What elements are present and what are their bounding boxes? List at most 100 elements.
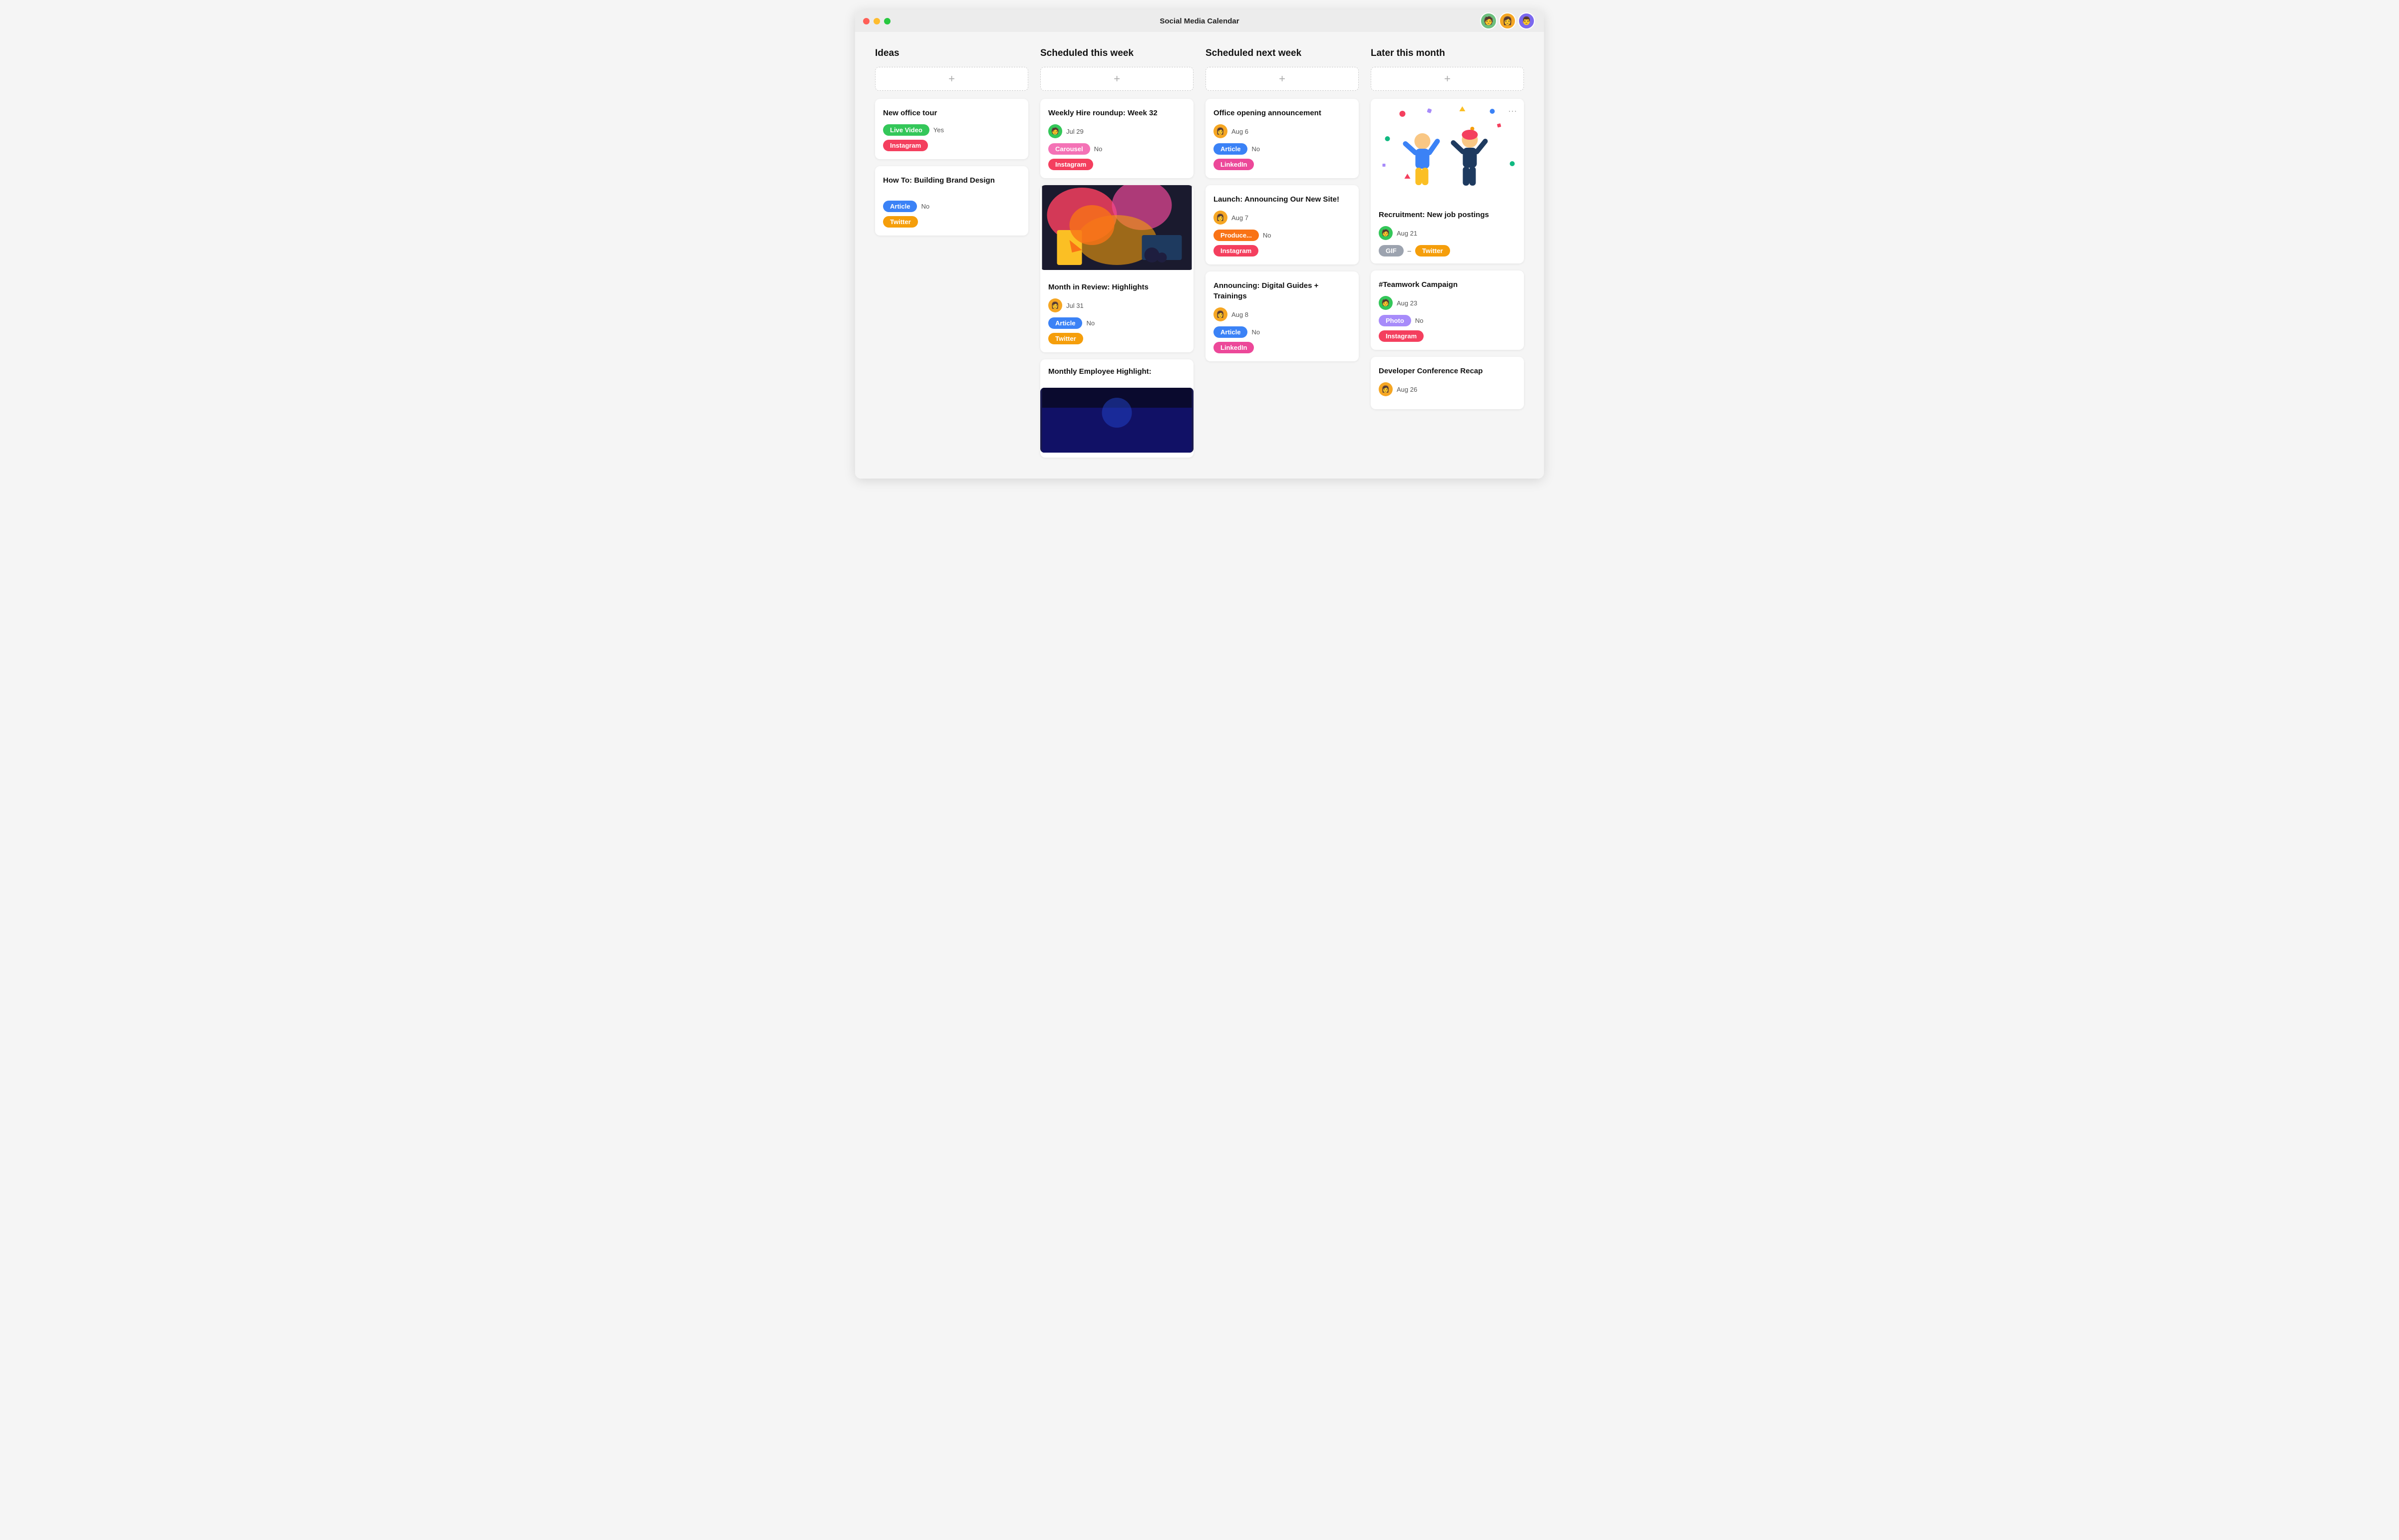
card-platform-tags: Instagram: [883, 140, 1020, 151]
tag-photo: Photo: [1379, 315, 1411, 326]
app-window: Social Media Calendar 🧑 👩 👨 Ideas + New …: [855, 10, 1544, 479]
tag-produce: Produce...: [1213, 230, 1259, 241]
column-header-scheduled-next-week: Scheduled next week: [1205, 48, 1359, 59]
avatar-1[interactable]: 🧑: [1480, 12, 1497, 29]
close-button[interactable]: [863, 18, 870, 24]
tag-article: Article: [883, 201, 917, 212]
illustration-celebration: [1371, 99, 1524, 199]
card-tags-row: Carousel No: [1048, 143, 1186, 155]
tag-linkedin: LinkedIn: [1213, 159, 1254, 170]
card-tags-row: Live Video Yes: [883, 124, 1020, 136]
column-header-scheduled-this-week: Scheduled this week: [1040, 48, 1194, 59]
card-tags-row: GIF – Twitter: [1379, 245, 1516, 257]
tag-instagram: Instagram: [1379, 330, 1424, 342]
titlebar: Social Media Calendar 🧑 👩 👨: [855, 10, 1544, 32]
card-avatar: 🧑: [1048, 124, 1062, 138]
minimize-button[interactable]: [874, 18, 880, 24]
card-weekly-hire: Weekly Hire roundup: Week 32 🧑 Jul 29 Ca…: [1040, 99, 1194, 178]
tag-featured-yes: Yes: [933, 126, 944, 134]
more-options-button[interactable]: ···: [1508, 106, 1517, 116]
card-month-in-review: Month in Review: Highlights 👩 Jul 31 Art…: [1040, 185, 1194, 352]
card-platform-tags: Instagram: [1213, 245, 1351, 257]
card-title: #Teamwork Campaign: [1379, 279, 1516, 290]
card-meta: 👩 Aug 26: [1379, 382, 1516, 396]
card-content: Month in Review: Highlights 👩 Jul 31 Art…: [1040, 275, 1194, 352]
card-tags-row: Article No: [1048, 317, 1186, 329]
column-later-this-month: Later this month + ···: [1365, 48, 1530, 465]
add-card-scheduled-next-week[interactable]: +: [1205, 67, 1359, 91]
card-platform-tags: Instagram: [1048, 159, 1186, 170]
card-title: Monthly Employee Highlight:: [1048, 366, 1186, 377]
tag-carousel: Carousel: [1048, 143, 1090, 155]
card-title: Recruitment: New job postings: [1379, 210, 1516, 220]
card-avatar: 👩: [1213, 211, 1227, 225]
card-launch-new-site: Launch: Announcing Our New Site! 👩 Aug 7…: [1205, 185, 1359, 264]
card-tags-row: Article No: [1213, 143, 1351, 155]
tag-featured-no: No: [1251, 328, 1260, 336]
tag-live-video: Live Video: [883, 124, 929, 136]
card-monthly-employee: Monthly Employee Highlight:: [1040, 359, 1194, 458]
card-title: Launch: Announcing Our New Site!: [1213, 194, 1351, 205]
card-platform-tags: LinkedIn: [1213, 159, 1351, 170]
card-platform-tags: Instagram: [1379, 330, 1516, 342]
tag-gif: GIF: [1379, 245, 1404, 257]
tag-featured-no: No: [1251, 145, 1260, 153]
maximize-button[interactable]: [884, 18, 891, 24]
card-title: Office opening announcement: [1213, 108, 1351, 118]
tag-dash: –: [1408, 247, 1411, 255]
card-meta: 👩 Aug 6: [1213, 124, 1351, 138]
card-image-abstract: [1040, 185, 1194, 270]
column-ideas: Ideas + New office tour Live Video Yes I…: [869, 48, 1034, 465]
card-platform-tags: Twitter: [1048, 333, 1186, 344]
tag-twitter: Twitter: [1048, 333, 1083, 344]
card-building-brand: How To: Building Brand Design Article No…: [875, 166, 1028, 236]
card-date: Aug 7: [1231, 214, 1248, 222]
card-image-dark: [1040, 388, 1194, 453]
card-meta: 👩 Aug 7: [1213, 211, 1351, 225]
card-title: Announcing: Digital Guides + Trainings: [1213, 280, 1351, 301]
tag-featured-no: No: [1094, 145, 1103, 153]
tag-featured-no: No: [1415, 317, 1424, 324]
card-date: Aug 8: [1231, 311, 1248, 318]
card-tags-row: Article No: [1213, 326, 1351, 338]
column-scheduled-this-week: Scheduled this week + Weekly Hire roundu…: [1034, 48, 1200, 465]
card-date: Aug 6: [1231, 128, 1248, 135]
card-meta: 👩 Jul 31: [1048, 298, 1186, 312]
card-teamwork-campaign: #Teamwork Campaign 🧑 Aug 23 Photo No Ins…: [1371, 270, 1524, 350]
card-content-top: Monthly Employee Highlight:: [1040, 359, 1194, 388]
card-title: Month in Review: Highlights: [1048, 282, 1186, 292]
card-title: Developer Conference Recap: [1379, 366, 1516, 376]
card-avatar: 👩: [1379, 382, 1393, 396]
card-tags-row: Photo No: [1379, 315, 1516, 326]
card-date: Aug 26: [1397, 386, 1417, 393]
tag-twitter: Twitter: [883, 216, 918, 228]
avatar-2[interactable]: 👩: [1499, 12, 1516, 29]
card-platform-tags: LinkedIn: [1213, 342, 1351, 353]
card-title: How To: Building Brand Design: [883, 175, 1020, 186]
avatar-3[interactable]: 👨: [1518, 12, 1535, 29]
card-developer-conference: Developer Conference Recap 👩 Aug 26: [1371, 357, 1524, 409]
card-avatar: 🧑: [1379, 296, 1393, 310]
card-platform-tags: Twitter: [883, 216, 1020, 228]
tag-article: Article: [1213, 326, 1247, 338]
tag-featured-no: No: [1086, 319, 1095, 327]
tag-article: Article: [1213, 143, 1247, 155]
card-date: Jul 31: [1066, 302, 1084, 309]
add-card-ideas[interactable]: +: [875, 67, 1028, 91]
card-date: Aug 21: [1397, 230, 1417, 237]
kanban-board: Ideas + New office tour Live Video Yes I…: [855, 32, 1544, 479]
tag-article: Article: [1048, 317, 1082, 329]
tag-instagram: Instagram: [883, 140, 928, 151]
tag-instagram: Instagram: [1048, 159, 1093, 170]
user-avatars: 🧑 👩 👨: [1480, 12, 1535, 29]
card-meta: 🧑 Aug 21: [1379, 226, 1516, 240]
add-card-scheduled-this-week[interactable]: +: [1040, 67, 1194, 91]
add-card-later-this-month[interactable]: +: [1371, 67, 1524, 91]
card-date: Jul 29: [1066, 128, 1084, 135]
card-tags-row: Produce... No: [1213, 230, 1351, 241]
card-avatar: 👩: [1213, 307, 1227, 321]
tag-linkedin: LinkedIn: [1213, 342, 1254, 353]
app-title: Social Media Calendar: [1160, 17, 1239, 25]
card-meta: 🧑 Aug 23: [1379, 296, 1516, 310]
card-meta: 🧑 Jul 29: [1048, 124, 1186, 138]
